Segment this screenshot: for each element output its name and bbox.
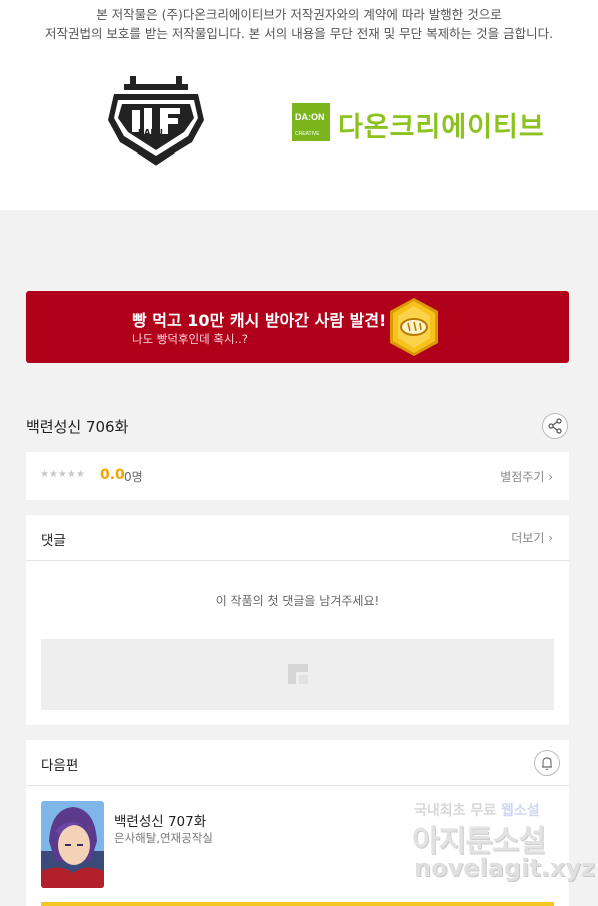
comments-more-button[interactable]: 더보기 ›	[511, 529, 553, 546]
comments-title: 댓글	[41, 533, 66, 549]
rating-count: 0명	[124, 470, 143, 484]
rate-button[interactable]: 별점주기 ›	[500, 468, 553, 485]
copyright-line-1: 본 저작물은 (주)다온크리에이티브가 저작권자와의 계약에 따라 발행한 것으…	[96, 7, 502, 22]
publisher-logo: RAKU	[108, 72, 204, 168]
daon-logo-mark: DA:ON CREATIVE	[292, 103, 330, 141]
rating-card: ★★★★★ 0.0 0명 별점주기 ›	[26, 452, 569, 500]
comments-empty-text: 이 작품의 첫 댓글을 남겨주세요!	[215, 594, 380, 608]
next-episode-button[interactable]	[41, 902, 554, 906]
episode-title: 백련성신 706화	[26, 418, 129, 436]
daon-mark-sub: CREATIVE	[295, 131, 320, 137]
share-icon[interactable]	[542, 413, 568, 439]
comments-card: 댓글 더보기 › 이 작품의 첫 댓글을 남겨주세요!	[26, 515, 569, 725]
daon-mark-text: DA:ON	[295, 112, 325, 122]
promo-banner[interactable]: 빵 먹고 10만 캐시 받아간 사람 발견! 나도 빵덕후인데 혹시..?	[26, 291, 569, 363]
rating-score: 0.0	[100, 467, 125, 483]
next-episode-author: 은사해탈,연재공작실	[114, 831, 213, 845]
copyright-line-2: 저작권법의 보호를 받는 저작물입니다. 본 서의 내용을 무단 전재 및 무단…	[44, 26, 554, 41]
next-episode-thumbnail[interactable]	[41, 801, 104, 888]
next-episode-title[interactable]: 백련성신 707화	[114, 810, 206, 830]
next-header: 다음편	[26, 740, 569, 786]
bell-icon[interactable]	[534, 750, 560, 776]
site-watermark: 국내최초 무료 웹소설 아지툰소설 novelagit.xyz	[410, 800, 595, 886]
banner-subtitle: 나도 빵덕후인데 혹시..?	[132, 332, 248, 346]
rating-stars: ★★★★★	[40, 469, 85, 480]
daon-name: 다온크리에이티브	[338, 112, 545, 143]
watermark-line-3: novelagit.xyz	[414, 854, 596, 882]
banner-title: 빵 먹고 10만 캐시 받아간 사람 발견!	[132, 311, 387, 330]
next-title-label: 다음편	[41, 758, 79, 774]
ad-placeholder[interactable]	[41, 639, 554, 710]
comments-header: 댓글 더보기 ›	[26, 515, 569, 561]
logo-text: RAKU	[138, 128, 163, 137]
ad-placeholder-icon	[288, 664, 308, 684]
bread-coin-icon	[390, 298, 438, 356]
copyright-section: 본 저작물은 (주)다온크리에이티브가 저작권자와의 계약에 따라 발행한 것으…	[0, 0, 598, 210]
